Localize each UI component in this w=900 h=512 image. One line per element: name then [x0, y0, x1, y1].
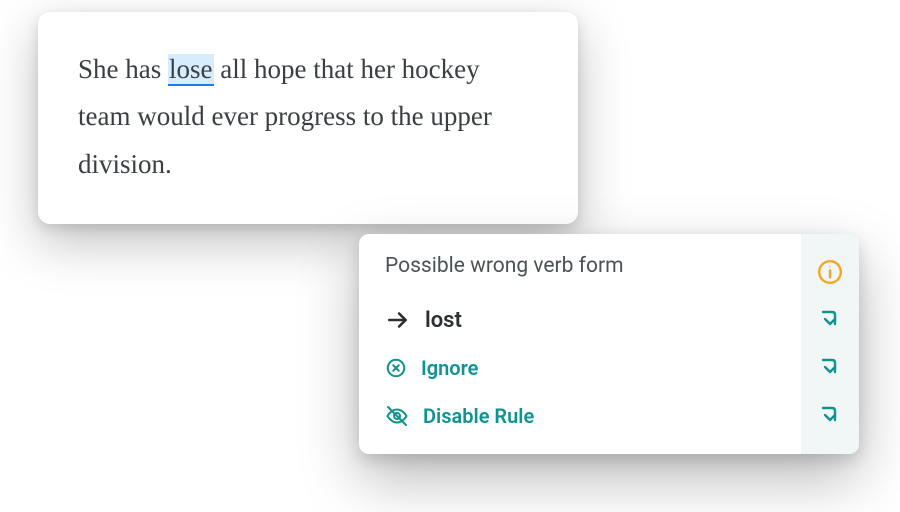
apply-down-button-2[interactable] [801, 342, 859, 390]
apply-down-button-1[interactable] [801, 294, 859, 342]
eye-off-icon [385, 404, 409, 428]
arrow-corner-down-icon [818, 354, 842, 378]
disable-rule-row[interactable]: Disable Rule [385, 392, 779, 440]
info-circle-icon [817, 259, 843, 285]
suggestion-row[interactable]: lost [385, 296, 779, 344]
apply-down-button-3[interactable] [801, 390, 859, 438]
editor-sentence[interactable]: She has lose all hope that her hockey te… [78, 46, 538, 188]
arrow-corner-down-icon [818, 402, 842, 426]
suggestion-text: lost [425, 308, 462, 333]
disable-rule-label: Disable Rule [423, 404, 534, 428]
arrow-corner-down-icon [818, 306, 842, 330]
grammar-suggestion-popup: Possible wrong verb form lost Ignore [359, 234, 859, 454]
sentence-before: She has [78, 54, 168, 84]
info-button[interactable] [801, 250, 859, 294]
highlighted-word[interactable]: lose [168, 54, 214, 86]
popup-title: Possible wrong verb form [385, 250, 779, 282]
editor-card: She has lose all hope that her hockey te… [38, 12, 578, 224]
ignore-label: Ignore [421, 356, 478, 380]
close-circle-icon [385, 357, 407, 379]
popup-side [801, 234, 859, 454]
ignore-row[interactable]: Ignore [385, 344, 779, 392]
arrow-right-icon [385, 307, 411, 333]
popup-main: Possible wrong verb form lost Ignore [359, 234, 801, 454]
